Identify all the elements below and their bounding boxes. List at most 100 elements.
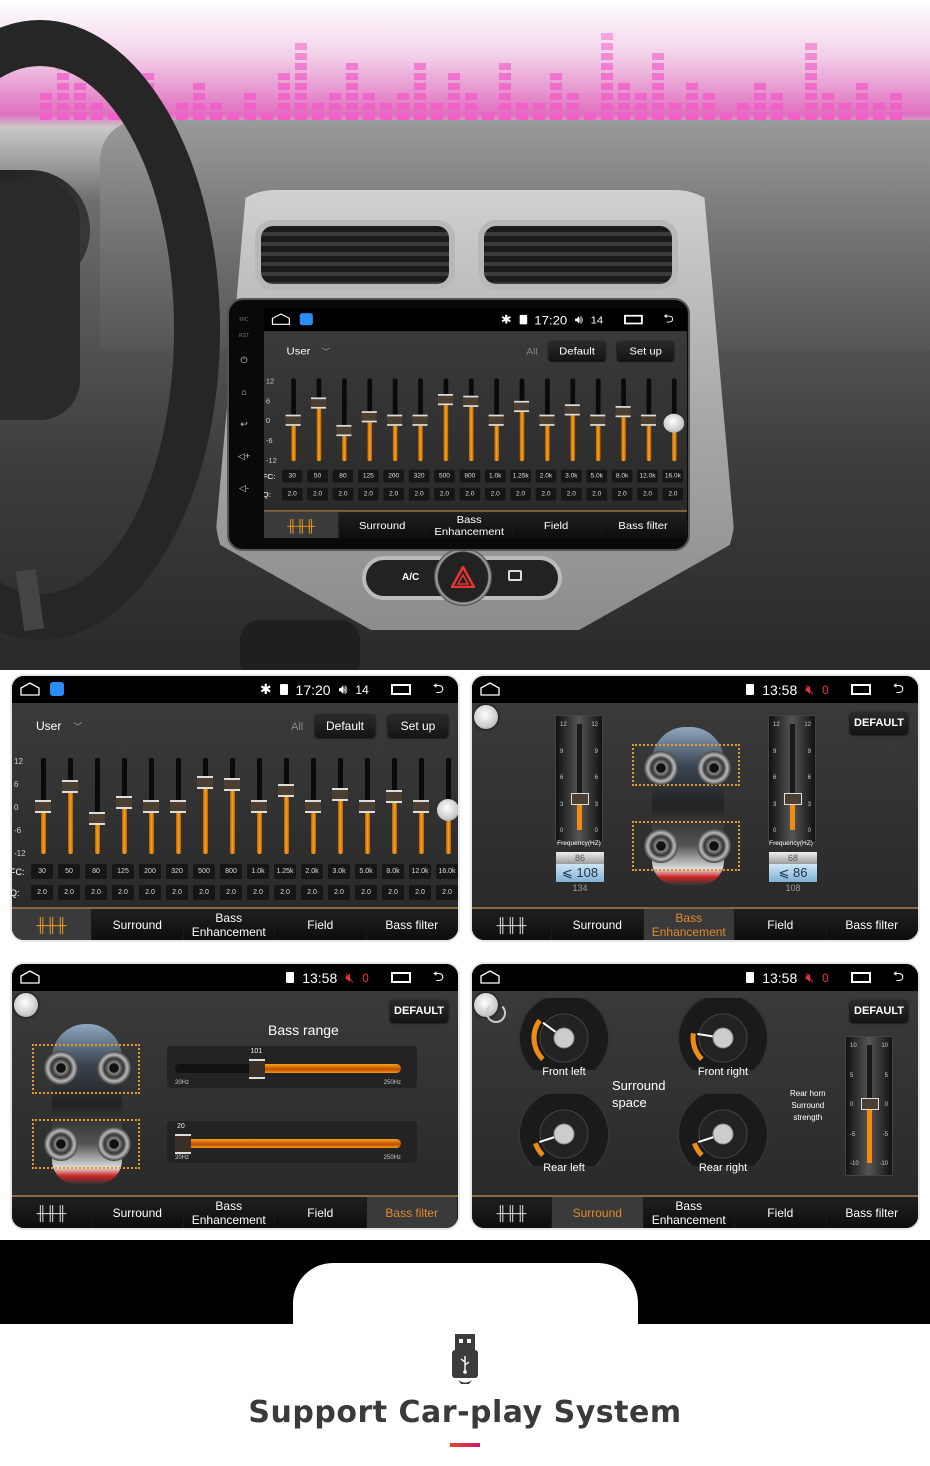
- back-icon[interactable]: ⮌: [433, 966, 444, 990]
- q-value[interactable]: 2.0: [332, 487, 354, 501]
- eq-band-slider[interactable]: [285, 378, 301, 462]
- q-value[interactable]: 2.0: [484, 487, 506, 501]
- slider-thumb[interactable]: [386, 790, 402, 803]
- home-icon[interactable]: [480, 682, 500, 696]
- default-button[interactable]: Default: [315, 714, 375, 737]
- fc-value[interactable]: 16.0k: [662, 469, 684, 483]
- tab-surround[interactable]: Surround: [552, 909, 644, 940]
- fc-value[interactable]: 800: [220, 864, 242, 879]
- power-toggle[interactable]: [14, 993, 38, 1017]
- slider-thumb[interactable]: [387, 414, 403, 426]
- slider-thumb[interactable]: [170, 800, 186, 813]
- volume-icon[interactable]: 🔊︎: [339, 681, 348, 698]
- slider-thumb[interactable]: [437, 394, 453, 406]
- q-value[interactable]: 2.0: [561, 487, 582, 501]
- fc-value[interactable]: 500: [193, 864, 215, 879]
- home-icon[interactable]: [20, 970, 40, 984]
- eq-band-slider[interactable]: [387, 378, 403, 462]
- rst-button[interactable]: RST: [233, 328, 255, 344]
- fc-value[interactable]: 3.0k: [561, 469, 582, 483]
- eq-band-slider[interactable]: [463, 378, 479, 462]
- q-value[interactable]: 2.0: [382, 885, 404, 900]
- tab-bass-enhancement[interactable]: Bass Enhancement: [643, 909, 735, 940]
- slider-thumb[interactable]: [571, 793, 589, 806]
- eq-band-slider[interactable]: [359, 758, 375, 854]
- fc-value[interactable]: 125: [112, 864, 134, 879]
- fc-value[interactable]: 1.0k: [484, 469, 506, 483]
- fc-value[interactable]: 500: [434, 469, 455, 483]
- q-value[interactable]: 2.0: [307, 487, 328, 501]
- back-icon[interactable]: ↩: [233, 408, 255, 440]
- fc-value[interactable]: 5.0k: [355, 864, 377, 879]
- tab-field[interactable]: Field: [735, 909, 827, 940]
- slider-thumb[interactable]: [248, 1059, 265, 1079]
- back-icon[interactable]: ⮌: [433, 678, 444, 702]
- tab-field[interactable]: Field: [735, 1197, 827, 1228]
- surround-knob[interactable]: Rear left: [518, 1088, 610, 1174]
- eq-band-slider[interactable]: [224, 758, 240, 854]
- eq-band-slider[interactable]: [437, 378, 453, 462]
- tab-bass-enhancement[interactable]: Bass Enhancement: [184, 909, 275, 940]
- reset-icon[interactable]: [486, 1003, 506, 1023]
- slider-thumb[interactable]: [514, 400, 530, 413]
- recent-apps-icon[interactable]: [850, 684, 871, 695]
- rear-frequency-picker[interactable]: 68 ⩽ 86 108: [769, 852, 817, 896]
- fc-value[interactable]: 2.0k: [535, 469, 557, 483]
- slider-thumb[interactable]: [311, 397, 327, 409]
- tab-bass-filter[interactable]: Bass filter: [827, 909, 918, 940]
- surround-knob[interactable]: Front right: [677, 992, 769, 1078]
- fc-value[interactable]: 12.0k: [409, 864, 431, 879]
- q-value[interactable]: 2.0: [274, 885, 296, 900]
- tab-equalizer[interactable]: ╫╫╫: [472, 1197, 552, 1228]
- front-bass-level-slider[interactable]: 12 12 9 9 6 6 3 3 0 0: [555, 715, 603, 843]
- fc-value[interactable]: 16.0k: [436, 864, 458, 879]
- slider-thumb[interactable]: [278, 784, 294, 797]
- fc-value[interactable]: 2.0k: [301, 864, 323, 879]
- back-icon[interactable]: ⮌: [893, 678, 904, 702]
- fc-value[interactable]: 30: [281, 469, 303, 483]
- q-value[interactable]: 2.0: [166, 885, 188, 900]
- slider-thumb[interactable]: [285, 414, 301, 426]
- q-value[interactable]: 2.0: [510, 487, 531, 501]
- q-value[interactable]: 2.0: [247, 885, 269, 900]
- tab-bass-filter[interactable]: Bass filter: [367, 909, 458, 940]
- tab-bass-enhancement[interactable]: Bass Enhancement: [644, 1197, 735, 1228]
- eq-band-slider[interactable]: [332, 758, 348, 854]
- q-value[interactable]: 2.0: [220, 885, 242, 900]
- q-value[interactable]: 2.0: [85, 885, 107, 900]
- fc-value[interactable]: 50: [58, 864, 80, 879]
- slider-thumb[interactable]: [62, 780, 78, 793]
- recent-apps-icon[interactable]: [390, 972, 411, 983]
- eq-band-slider[interactable]: [62, 758, 78, 854]
- tab-equalizer[interactable]: ╫╫╫: [12, 1197, 92, 1228]
- q-value[interactable]: 2.0: [358, 487, 379, 501]
- fc-value[interactable]: 1.25k: [274, 864, 296, 879]
- recent-apps-icon[interactable]: [390, 684, 411, 695]
- q-value[interactable]: 2.0: [301, 885, 323, 900]
- q-value[interactable]: 2.0: [409, 885, 431, 900]
- hazard-button[interactable]: [434, 548, 492, 606]
- slider-thumb[interactable]: [332, 788, 348, 801]
- tab-surround[interactable]: Surround: [339, 511, 427, 538]
- eq-band-slider[interactable]: [278, 758, 294, 854]
- app-logo-icon[interactable]: [299, 313, 313, 326]
- fc-value[interactable]: 320: [408, 469, 430, 483]
- slider-thumb[interactable]: [175, 1134, 191, 1154]
- eq-band-slider[interactable]: [305, 758, 321, 854]
- q-value[interactable]: 2.0: [31, 885, 53, 900]
- eq-band-slider[interactable]: [361, 378, 377, 462]
- slider-thumb[interactable]: [361, 411, 377, 423]
- slider-thumb[interactable]: [116, 796, 132, 809]
- fc-value[interactable]: 125: [358, 469, 379, 483]
- slider-thumb[interactable]: [336, 424, 352, 437]
- q-value[interactable]: 2.0: [586, 487, 608, 501]
- eq-band-slider[interactable]: [386, 758, 402, 854]
- rear-bass-range-slider[interactable]: 20 20Hz 250Hz: [167, 1121, 417, 1163]
- eq-band-slider[interactable]: [514, 378, 530, 462]
- eq-band-slider[interactable]: [197, 758, 213, 854]
- default-button[interactable]: DEFAULT: [390, 1000, 448, 1022]
- fc-value[interactable]: 200: [383, 469, 405, 483]
- eq-band-slider[interactable]: [170, 758, 186, 854]
- preset-dropdown[interactable]: User ﹀: [36, 719, 82, 733]
- fc-value[interactable]: 80: [332, 469, 354, 483]
